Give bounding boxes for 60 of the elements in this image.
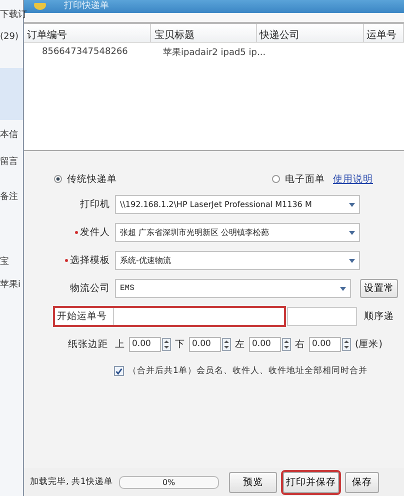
dialog-button[interactable]: 预览 (228, 472, 277, 492)
caret-icon (349, 258, 355, 262)
table-cell-text: 856647347548266 (41, 47, 129, 57)
radio-option[interactable]: 电子面单 (272, 172, 325, 186)
status-text: 加载完毕, 共1快递单 (30, 476, 113, 488)
dropdown-field[interactable]: 张超 广东省深圳市光明新区 公明镇李松蓢 (115, 223, 360, 242)
background-text: 备注 (0, 190, 18, 203)
dropdown-field[interactable]: \\192.168.1.2\HP LaserJet Professional M1136 M (115, 195, 360, 214)
spinner-icon[interactable] (222, 338, 231, 351)
spinner-icon[interactable] (162, 338, 171, 351)
dropdown-field[interactable]: 系统-优速物流 (115, 251, 360, 270)
background-text: 宝 (0, 256, 9, 268)
caret-icon (349, 230, 355, 234)
table-cell-text: 苹果ipadair2 ipad5 ip... (162, 46, 267, 58)
note-text: 顺序递 (364, 310, 394, 323)
background-text: (29) (0, 32, 18, 42)
help-link[interactable]: 使用说明 (333, 172, 373, 186)
input-field[interactable] (287, 307, 357, 326)
settings-button[interactable]: 设置常 (360, 279, 398, 298)
margin-label: 右 (295, 338, 305, 351)
background-text: 本信 (0, 128, 18, 141)
background-text: 苹果i (0, 278, 21, 291)
background-text: 下载订 (0, 8, 27, 21)
margin-label: 下 (175, 338, 185, 351)
number-field[interactable]: 0.00 (249, 337, 281, 352)
window-title: 打印快递单 (64, 1, 109, 12)
column-header[interactable]: 运单号 (364, 24, 404, 42)
margin-label: 左 (235, 338, 245, 351)
emblem-icon (34, 2, 46, 10)
dialog-button[interactable]: 打印并保存 (282, 472, 339, 492)
number-field[interactable]: 0.00 (309, 337, 341, 352)
field-label: 物流公司 (69, 282, 110, 295)
dropdown-field[interactable]: EMS (115, 279, 351, 298)
dialog-button[interactable]: 保存 (344, 472, 379, 492)
radio-button[interactable] (272, 175, 280, 183)
field-label: 纸张边距 (68, 338, 108, 351)
radio-button[interactable] (54, 175, 62, 183)
field-label: 选择模板 (54, 254, 110, 267)
field-label: 开始运单号 (55, 308, 114, 325)
spinner-icon[interactable] (282, 338, 291, 351)
required-dot (65, 258, 68, 262)
column-header[interactable]: 宝贝标题 (151, 24, 257, 42)
progress-percent: 0% (161, 476, 176, 488)
spinner-icon[interactable] (342, 338, 351, 351)
column-header[interactable]: 快递公司 (256, 24, 364, 42)
checkbox-label: （合并后共1单）会员名、收件人、收件地址全部相同时合并 (128, 365, 368, 377)
radio-option[interactable]: 传统快递单 (54, 172, 117, 186)
input-field[interactable] (114, 308, 284, 325)
number-field[interactable]: 0.00 (129, 337, 161, 352)
field-label: 打印机 (79, 198, 110, 211)
unit-label: (厘米) (355, 338, 382, 351)
caret-icon (349, 202, 355, 206)
required-dot (75, 230, 78, 234)
caret-icon (340, 286, 346, 290)
field-label: 发件人 (54, 226, 110, 239)
column-header[interactable]: 订单编号 (24, 24, 152, 42)
checkbox[interactable] (114, 366, 124, 376)
number-field[interactable]: 0.00 (189, 337, 221, 352)
background-text: 留言 (0, 156, 18, 168)
margin-label: 上 (115, 338, 125, 351)
